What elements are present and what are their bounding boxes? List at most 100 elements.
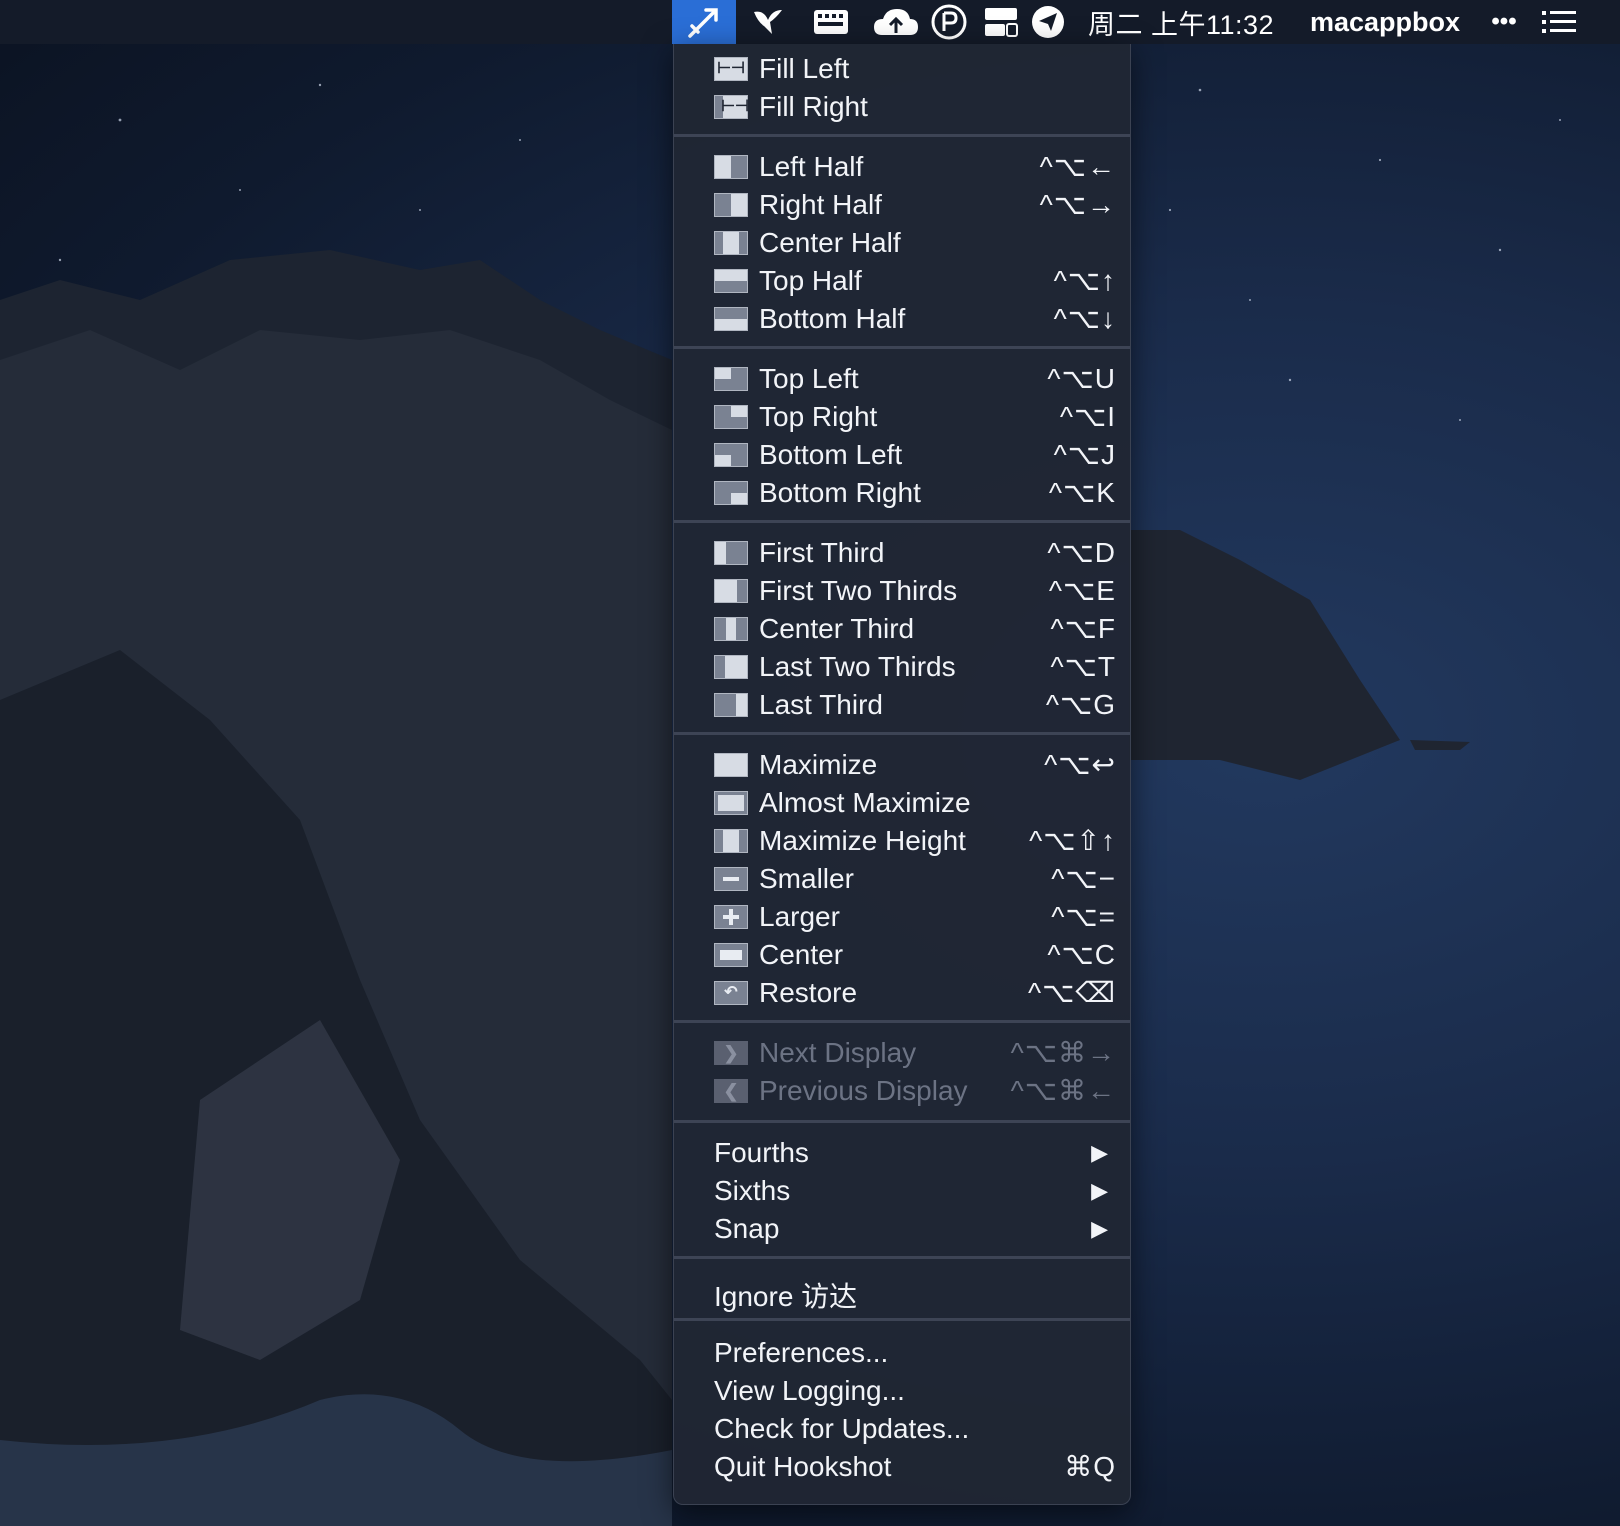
menu-item-preferences[interactable]: Preferences... <box>674 1334 1130 1372</box>
shortcut: ^⌥K <box>1048 477 1116 508</box>
menu-separator <box>674 1256 1130 1259</box>
menu-item-last-two-thirds[interactable]: Last Two Thirds ^⌥T <box>674 648 1130 686</box>
window-layout-icon[interactable] <box>978 0 1024 44</box>
submenu-arrow-icon: ▶ <box>1091 1216 1108 1241</box>
shortcut: ^⌥↑ <box>1053 265 1116 296</box>
menu-item-center[interactable]: Center ^⌥C <box>674 936 1130 974</box>
shortcut: ^⌥⌘→ <box>1010 1037 1116 1068</box>
shortcut: ^⌥⇧↑ <box>1029 825 1116 856</box>
center-third-icon <box>714 617 748 641</box>
menu-item-top-right[interactable]: Top Right ^⌥I <box>674 398 1130 436</box>
menu-bar-clock[interactable]: 周二 上午11:32 <box>1088 0 1274 44</box>
shortcut: ^⌥E <box>1048 575 1116 606</box>
center-icon <box>714 943 748 967</box>
menu-item-right-half[interactable]: Right Half ^⌥→ <box>674 186 1130 224</box>
shortcut: ^⌥↩ <box>1044 749 1116 780</box>
menu-item-snap[interactable]: Snap ▶ <box>674 1210 1130 1248</box>
first-two-thirds-icon <box>714 579 748 603</box>
bottom-half-icon <box>714 307 748 331</box>
menu-item-larger[interactable]: Larger ^⌥= <box>674 898 1130 936</box>
cloud-icon[interactable] <box>868 0 924 44</box>
menu-separator <box>674 134 1130 137</box>
menu-separator <box>674 1020 1130 1023</box>
menu-item-quit[interactable]: Quit Hookshot ⌘Q <box>674 1448 1130 1486</box>
menu-item-fill-left[interactable]: ⊢⊣ Fill Left <box>674 50 1130 88</box>
bottom-left-icon <box>714 443 748 467</box>
almost-maximize-icon <box>714 791 748 815</box>
menu-item-left-half[interactable]: Left Half ^⌥← <box>674 148 1130 186</box>
menu-item-bottom-half[interactable]: Bottom Half ^⌥↓ <box>674 300 1130 338</box>
menu-item-last-third[interactable]: Last Third ^⌥G <box>674 686 1130 724</box>
restore-icon: ↶ <box>714 981 748 1005</box>
maximize-height-icon <box>714 829 748 853</box>
fill-right-icon: ⊢⊣ <box>714 95 749 119</box>
menu-item-first-two-thirds[interactable]: First Two Thirds ^⌥E <box>674 572 1130 610</box>
menu-item-first-third[interactable]: First Third ^⌥D <box>674 534 1130 572</box>
fill-left-icon: ⊢⊣ <box>714 57 748 81</box>
last-two-thirds-icon <box>714 655 748 679</box>
previous-display-icon: ❮ <box>714 1079 748 1103</box>
menu-item-fourths[interactable]: Fourths ▶ <box>674 1134 1130 1172</box>
paper-plane-icon[interactable] <box>1026 0 1070 44</box>
menu-item-view-logging[interactable]: View Logging... <box>674 1372 1130 1410</box>
shortcut: ^⌥↓ <box>1053 303 1116 334</box>
submenu-arrow-icon: ▶ <box>1091 1140 1108 1165</box>
shortcut: ^⌥= <box>1051 901 1116 932</box>
menu-item-almost-maximize[interactable]: Almost Maximize <box>674 784 1130 822</box>
first-third-icon <box>714 541 748 565</box>
menu-item-top-half[interactable]: Top Half ^⌥↑ <box>674 262 1130 300</box>
more-icon[interactable]: ••• <box>1482 0 1526 44</box>
maximize-icon <box>714 753 748 777</box>
right-half-icon <box>714 193 748 217</box>
top-half-icon <box>714 269 748 293</box>
shield-badge-icon[interactable] <box>926 0 972 44</box>
notification-center-icon[interactable] <box>1536 0 1582 44</box>
center-half-icon <box>714 231 748 255</box>
menu-item-maximize-height[interactable]: Maximize Height ^⌥⇧↑ <box>674 822 1130 860</box>
hookshot-menu: ⊢⊣ Fill Left ⊢⊣ Fill Right Left Half ^⌥←… <box>673 44 1131 1505</box>
shortcut: ^⌥− <box>1051 863 1116 894</box>
shortcut: ^⌥U <box>1047 363 1116 394</box>
shortcut: ^⌥T <box>1050 651 1116 682</box>
menu-item-ignore[interactable]: Ignore 访达 <box>674 1272 1130 1312</box>
shortcut: ^⌥J <box>1053 439 1116 470</box>
menu-item-center-half[interactable]: Center Half <box>674 224 1130 262</box>
bottom-right-icon <box>714 481 748 505</box>
menu-separator <box>674 1120 1130 1123</box>
shortcut: ^⌥← <box>1039 151 1116 182</box>
next-display-icon: ❯ <box>714 1041 748 1065</box>
menu-item-top-left[interactable]: Top Left ^⌥U <box>674 360 1130 398</box>
menu-bar-user[interactable]: macappbox <box>1310 0 1460 44</box>
shortcut: ^⌥⌫ <box>1028 977 1116 1008</box>
last-third-icon <box>714 693 748 717</box>
shortcut: ^⌥→ <box>1039 189 1116 220</box>
menu-item-bottom-left[interactable]: Bottom Left ^⌥J <box>674 436 1130 474</box>
larger-icon <box>714 905 748 929</box>
menu-item-maximize[interactable]: Maximize ^⌥↩ <box>674 746 1130 784</box>
menu-item-next-display: ❯ Next Display ^⌥⌘→ <box>674 1034 1130 1072</box>
menu-item-check-updates[interactable]: Check for Updates... <box>674 1410 1130 1448</box>
top-left-icon <box>714 367 748 391</box>
menu-item-bottom-right[interactable]: Bottom Right ^⌥K <box>674 474 1130 512</box>
menu-bar: 周二 上午11:32 macappbox ••• <box>0 0 1620 44</box>
left-half-icon <box>714 155 748 179</box>
shortcut: ^⌥D <box>1047 537 1116 568</box>
submenu-arrow-icon: ▶ <box>1091 1178 1108 1203</box>
smaller-icon <box>714 867 748 891</box>
menu-item-center-third[interactable]: Center Third ^⌥F <box>674 610 1130 648</box>
top-right-icon <box>714 405 748 429</box>
keyboard-icon[interactable] <box>806 0 856 44</box>
shortcut: ^⌥F <box>1050 613 1116 644</box>
shortcut: ^⌥C <box>1047 939 1116 970</box>
menu-item-sixths[interactable]: Sixths ▶ <box>674 1172 1130 1210</box>
menu-separator <box>674 346 1130 349</box>
menu-item-previous-display: ❮ Previous Display ^⌥⌘← <box>674 1072 1130 1110</box>
menu-item-smaller[interactable]: Smaller ^⌥− <box>674 860 1130 898</box>
menu-separator <box>674 1318 1130 1321</box>
menu-item-restore[interactable]: ↶ Restore ^⌥⌫ <box>674 974 1130 1012</box>
menu-item-fill-right[interactable]: ⊢⊣ Fill Right <box>674 88 1130 126</box>
shortcut: ^⌥I <box>1059 401 1116 432</box>
bird-icon[interactable] <box>744 0 790 44</box>
shortcut: ⌘Q <box>1064 1451 1116 1482</box>
hookshot-icon[interactable] <box>672 0 736 44</box>
